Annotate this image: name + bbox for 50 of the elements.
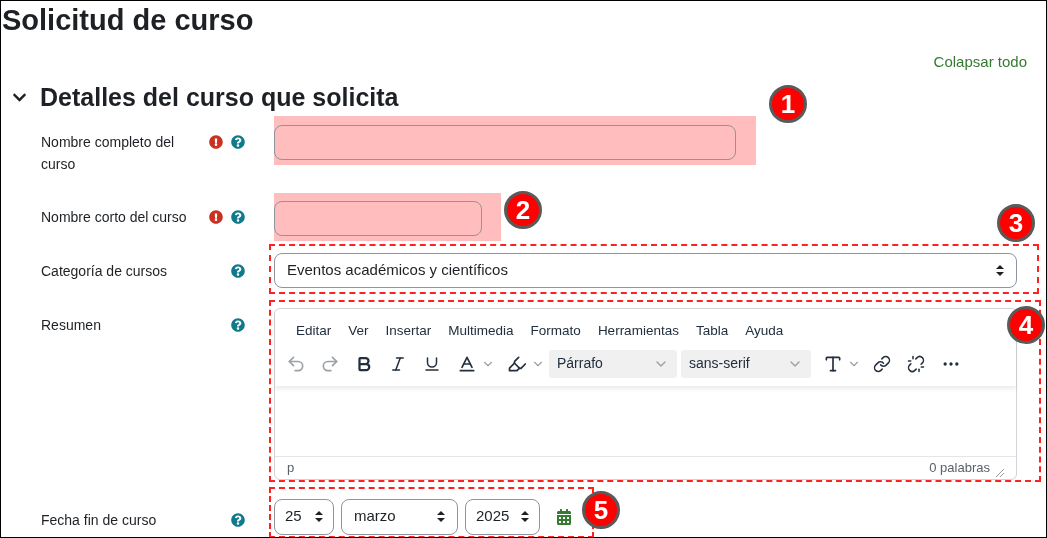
help-icon[interactable]: [231, 209, 245, 224]
spinner-icon: [315, 511, 323, 522]
italic-icon[interactable]: [389, 354, 407, 373]
help-icon[interactable]: [231, 317, 245, 332]
menu-item[interactable]: Ver: [348, 320, 369, 341]
menu-item[interactable]: Multimedia: [448, 320, 514, 341]
font-family-dropdown[interactable]: sans-serif: [681, 349, 811, 378]
category-select[interactable]: Eventos académicos y científicos: [274, 252, 1017, 288]
text-field[interactable]: [274, 200, 482, 236]
day-select[interactable]: 25: [274, 498, 334, 535]
help-icon[interactable]: [231, 263, 245, 278]
field-label: Categoría de cursos: [41, 261, 169, 281]
field-label: Nombre completo del curso: [41, 132, 176, 174]
step-badge: 1: [769, 84, 807, 123]
undo-icon[interactable]: [286, 353, 306, 374]
highlighter-icon[interactable]: [507, 353, 527, 374]
step-badge: 3: [997, 203, 1035, 242]
step-badge: 5: [582, 490, 620, 529]
menu-item[interactable]: Tabla: [695, 320, 729, 341]
section-title[interactable]: Detalles del curso que solicita: [40, 78, 399, 117]
menu-item[interactable]: Ayuda: [745, 320, 784, 341]
field-label: Fecha fin de curso: [41, 510, 158, 530]
menu-item[interactable]: Editar: [296, 320, 332, 341]
help-icon[interactable]: [231, 134, 245, 149]
bold-icon[interactable]: [355, 354, 373, 373]
month-select[interactable]: marzo: [341, 498, 458, 535]
spinner-icon: [437, 511, 445, 522]
step-badge: 4: [1007, 305, 1045, 344]
element-path: p: [287, 458, 295, 477]
text-field[interactable]: [274, 124, 736, 160]
unlink-icon[interactable]: [907, 354, 925, 373]
calendar-icon[interactable]: [556, 508, 572, 525]
resize-handle-icon[interactable]: [996, 469, 1004, 478]
spinner-icon: [521, 511, 529, 522]
field-label: Resumen: [41, 315, 102, 335]
redo-icon[interactable]: [320, 353, 340, 374]
menu-item[interactable]: Herramientas: [597, 320, 679, 341]
page-title: Solicitud de curso: [1, 3, 255, 37]
year-select[interactable]: 2025: [465, 498, 540, 535]
field-label: Nombre corto del curso: [41, 207, 188, 227]
collapse-all-link[interactable]: Colapsar todo: [933, 51, 1027, 74]
spinner-icon: [996, 264, 1004, 276]
menu-item[interactable]: Formato: [530, 320, 581, 341]
underline-icon[interactable]: [423, 354, 441, 373]
help-icon[interactable]: [231, 512, 245, 527]
menu-item[interactable]: Insertar: [385, 320, 432, 341]
step-badge: 2: [504, 190, 542, 229]
word-count: 0 palabras: [929, 458, 990, 477]
block-format-dropdown[interactable]: Párrafo: [549, 349, 677, 378]
link-icon[interactable]: [873, 354, 891, 373]
